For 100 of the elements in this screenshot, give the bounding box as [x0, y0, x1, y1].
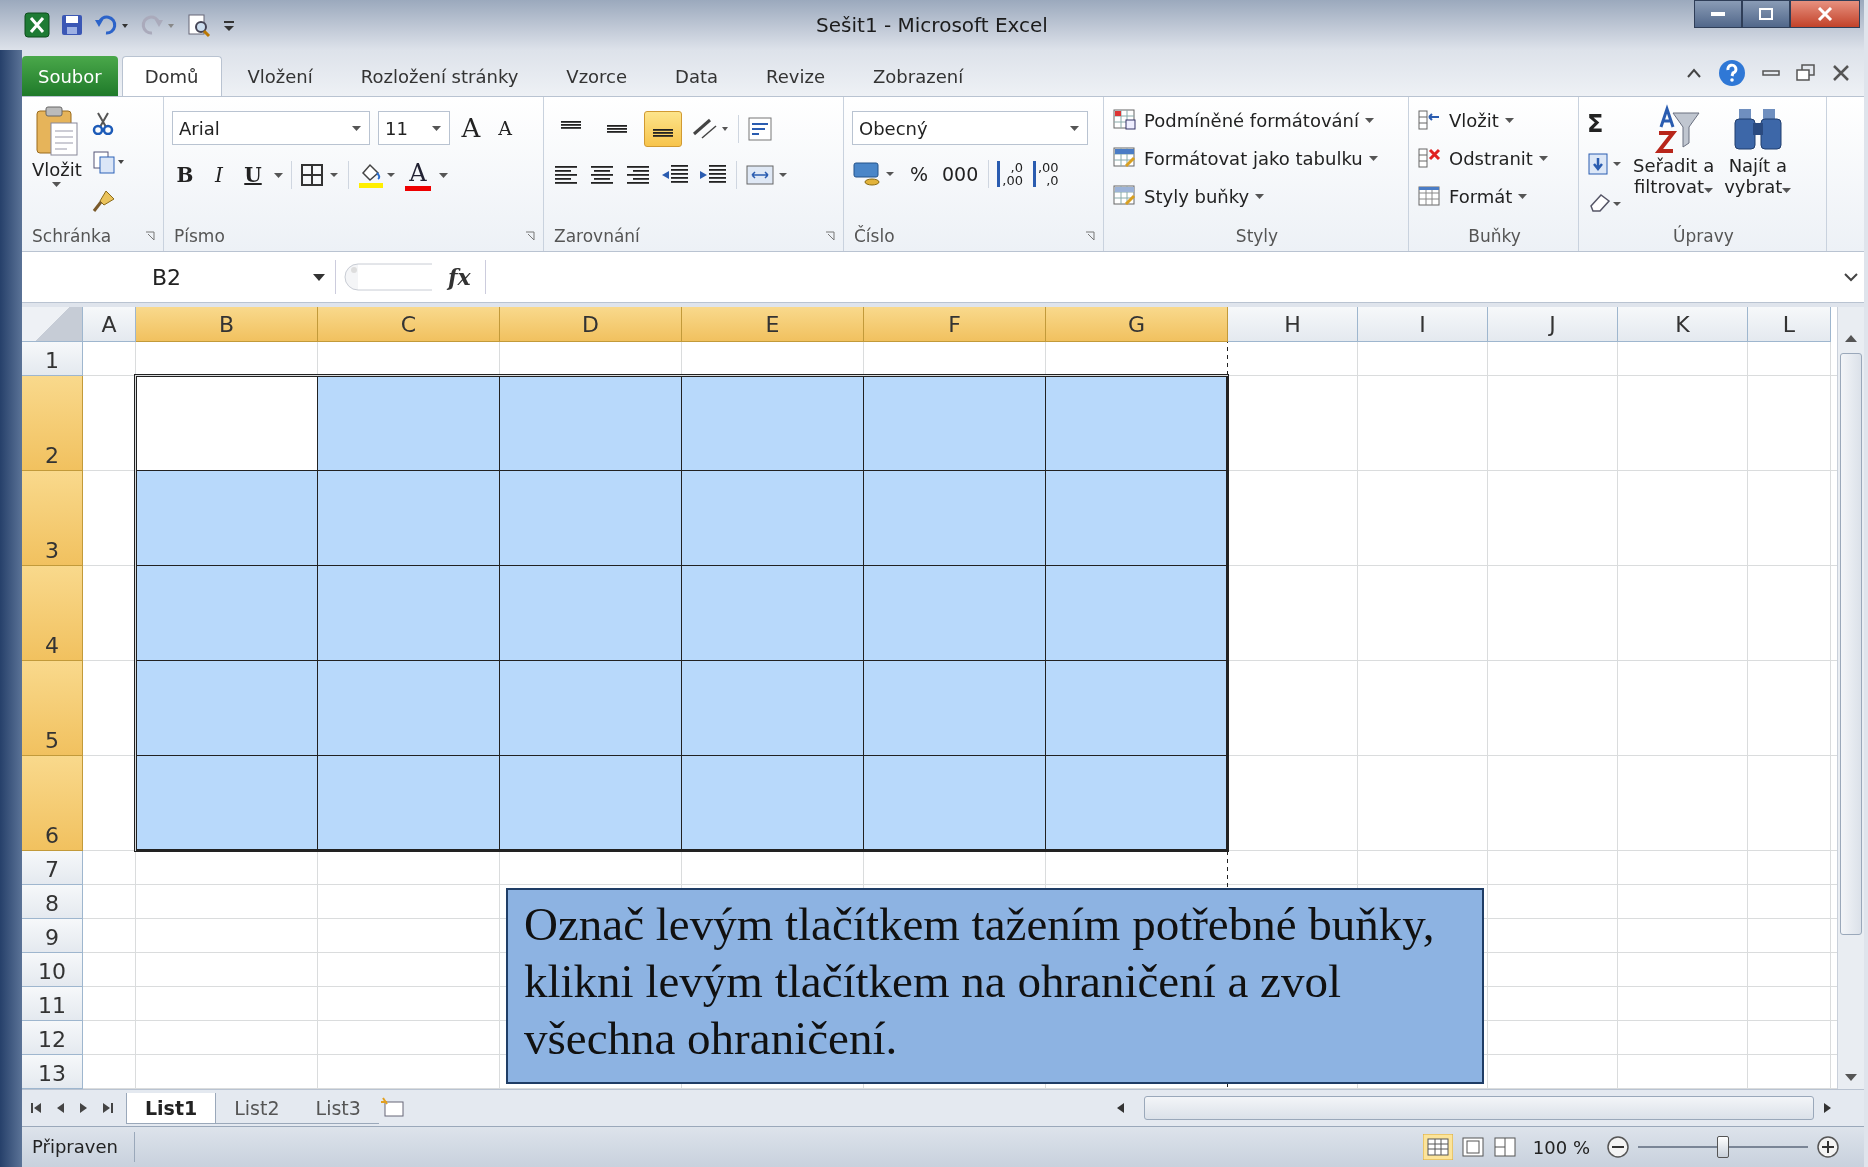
borders-icon[interactable] [300, 163, 340, 187]
vertical-align-button[interactable] [644, 111, 682, 147]
selected-cell[interactable] [1046, 661, 1228, 756]
row-header[interactable]: 8 [22, 885, 83, 919]
increase-decimal-button[interactable]: ,0 ,00 [997, 161, 1025, 187]
ribbon-tab[interactable]: Rozložení stránky [338, 56, 541, 96]
column-header[interactable]: I [1358, 307, 1488, 342]
name-box[interactable]: B2 [26, 260, 336, 294]
selected-cell[interactable] [318, 566, 500, 661]
thousands-separator-button[interactable]: 000 [940, 159, 981, 189]
column-header[interactable]: C [318, 307, 500, 342]
format-cells-icon[interactable] [1417, 184, 1443, 208]
minimize-icon[interactable] [1762, 69, 1780, 77]
selected-cell[interactable] [864, 471, 1046, 566]
decrease-font-button[interactable]: A [492, 113, 518, 143]
selected-cell[interactable] [136, 661, 318, 756]
ribbon-tab[interactable]: Vzorce [544, 56, 650, 96]
autosum-button[interactable]: Σ [1587, 110, 1604, 138]
formula-bar-handle-icon[interactable] [344, 262, 434, 292]
cell-styles-icon[interactable] [1112, 184, 1138, 208]
selected-cell[interactable] [682, 471, 864, 566]
ribbon-tab[interactable]: Zobrazení [851, 56, 986, 96]
dialog-launcher-icon[interactable] [525, 231, 535, 241]
zoom-in-icon[interactable] [1816, 1135, 1840, 1159]
column-header[interactable]: L [1748, 307, 1831, 342]
selected-cell[interactable] [864, 376, 1046, 471]
dropdown-arrow-icon[interactable] [313, 273, 325, 281]
column-header[interactable]: A [83, 307, 136, 342]
paste-button[interactable]: Vložit [30, 103, 84, 221]
selected-cell[interactable] [864, 661, 1046, 756]
undo-icon[interactable] [94, 13, 130, 37]
file-tab[interactable]: Soubor [22, 56, 118, 96]
selected-cell[interactable] [500, 471, 682, 566]
conditional-format-icon[interactable] [1112, 108, 1138, 132]
selected-cell[interactable] [682, 756, 864, 851]
fill-color-icon[interactable] [357, 161, 397, 189]
decrease-decimal-button[interactable]: ,00 ,0 [1032, 161, 1061, 187]
dropdown-arrow-icon[interactable] [1704, 188, 1714, 193]
page-break-view-icon[interactable] [1492, 1136, 1517, 1158]
dropdown-arrow-icon[interactable] [1518, 193, 1528, 199]
column-header[interactable]: D [500, 307, 682, 342]
dropdown-arrow-icon[interactable] [1538, 155, 1548, 161]
column-header[interactable]: B [136, 307, 318, 342]
wrap-text-icon[interactable] [747, 116, 775, 142]
selected-cell[interactable] [1046, 471, 1228, 566]
scissors-icon[interactable] [91, 110, 114, 135]
dialog-launcher-icon[interactable] [1085, 231, 1095, 241]
copy-icon[interactable] [91, 150, 126, 174]
styles-menu-button[interactable]: Formátovat jako tabulku [1112, 141, 1400, 175]
selected-cell[interactable] [136, 756, 318, 851]
dropdown-arrow-icon[interactable] [439, 172, 448, 178]
column-header[interactable]: H [1228, 307, 1358, 342]
row-header[interactable]: 9 [22, 919, 83, 953]
close-icon[interactable] [1832, 64, 1850, 82]
maximize-button[interactable] [1742, 0, 1790, 28]
ribbon-tab[interactable]: Data [653, 56, 741, 96]
selected-cell[interactable] [136, 566, 318, 661]
dropdown-arrow-icon[interactable] [1504, 117, 1514, 123]
ribbon-tab[interactable]: Domů [121, 56, 222, 96]
selected-cell[interactable] [682, 566, 864, 661]
column-header[interactable]: G [1046, 307, 1228, 342]
dropdown-arrow-icon[interactable] [1070, 125, 1079, 131]
selected-cell[interactable] [318, 471, 500, 566]
row-header[interactable]: 5 [22, 661, 83, 756]
selected-cell[interactable] [1046, 566, 1228, 661]
align-text-icon[interactable] [552, 164, 580, 186]
cells-menu-button[interactable]: Odstranit [1417, 141, 1570, 175]
cells-menu-button[interactable]: Vložit [1417, 103, 1570, 137]
sheet-navigation-icon[interactable] [100, 1100, 116, 1116]
selected-cell[interactable] [682, 661, 864, 756]
dropdown-arrow-icon[interactable] [352, 125, 361, 131]
align-text-icon[interactable] [588, 164, 616, 186]
ribbon-tab[interactable]: Revize [744, 56, 847, 96]
close-button[interactable] [1790, 0, 1860, 28]
row-header[interactable]: 4 [22, 566, 83, 661]
column-header[interactable]: E [682, 307, 864, 342]
selected-cell[interactable] [682, 376, 864, 471]
dialog-launcher-icon[interactable] [825, 231, 835, 241]
active-cell[interactable] [136, 376, 318, 471]
selected-cell[interactable] [864, 756, 1046, 851]
selected-cell[interactable] [1046, 376, 1228, 471]
merge-cells-icon[interactable] [745, 163, 789, 187]
column-header[interactable]: K [1618, 307, 1748, 342]
selected-cell[interactable] [136, 471, 318, 566]
dropdown-arrow-icon[interactable] [1368, 155, 1378, 161]
find-select-button[interactable]: Najít a vybrat [1724, 103, 1792, 221]
styles-menu-button[interactable]: Styly buňky [1112, 179, 1400, 213]
zoom-out-icon[interactable] [1606, 1135, 1630, 1159]
save-icon[interactable] [60, 13, 84, 37]
row-header[interactable]: 10 [22, 953, 83, 987]
row-header[interactable]: 7 [22, 851, 83, 885]
collapse-ribbon-icon[interactable] [1686, 67, 1702, 79]
percent-button[interactable]: % [906, 159, 932, 189]
row-header[interactable]: 2 [22, 376, 83, 471]
minimize-button[interactable] [1694, 0, 1742, 28]
font-size-field[interactable]: 11 [378, 111, 450, 145]
dropdown-arrow-icon[interactable] [1255, 193, 1265, 199]
row-header[interactable]: 13 [22, 1055, 83, 1089]
vertical-scrollbar[interactable] [1837, 307, 1864, 1089]
row-header[interactable]: 11 [22, 987, 83, 1021]
